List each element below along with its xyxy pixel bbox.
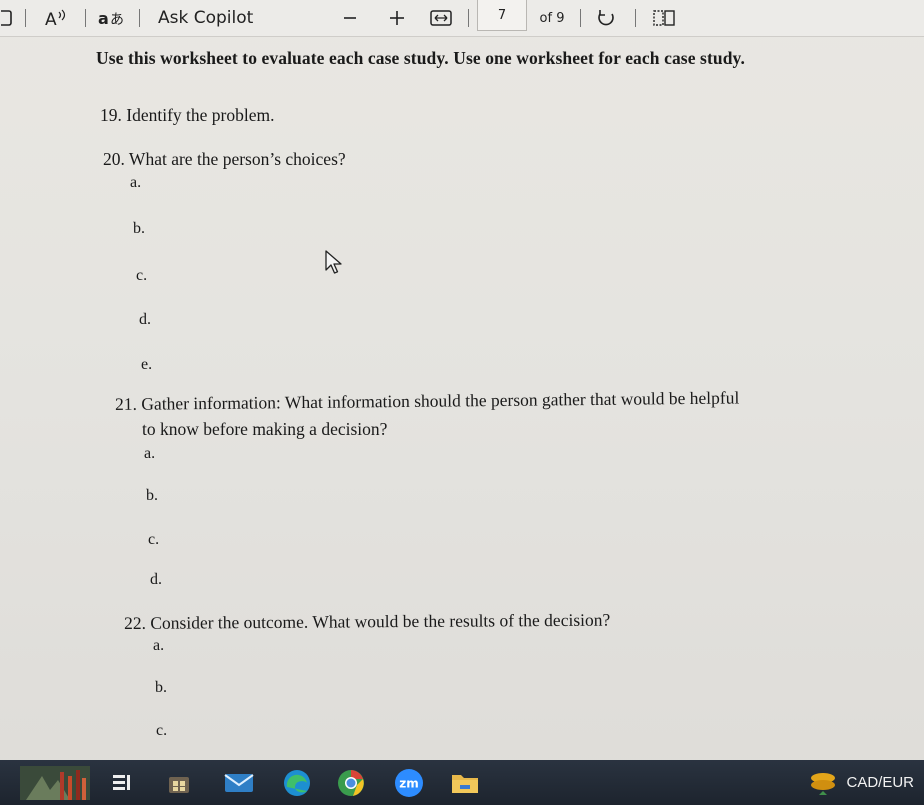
windows-taskbar: zm CAD/EUR — [0, 760, 924, 805]
task-view-icon[interactable] — [105, 766, 139, 800]
mouse-pointer-icon — [325, 250, 342, 274]
toolbar-divider — [85, 9, 86, 27]
pdf-toolbar: A aあ Ask Copilot 7 of 9 — [0, 0, 924, 37]
minus-icon — [344, 17, 356, 19]
q21-option-b: b. — [146, 487, 158, 504]
ask-copilot-button[interactable]: Ask Copilot — [158, 0, 258, 36]
q22-option-b: b. — [155, 679, 167, 696]
question-21-line2: to know before making a decision? — [142, 419, 388, 439]
q21-option-d: d. — [150, 571, 162, 588]
q20-option-a: a. — [130, 174, 142, 191]
worksheet-instruction: Use this worksheet to evaluate each case… — [96, 48, 745, 68]
question-22: 22. Consider the outcome. What would be … — [124, 609, 611, 633]
q20-option-d: d. — [139, 311, 151, 328]
plus-icon — [390, 11, 404, 25]
q20-option-b: b. — [133, 220, 145, 237]
toolbar-divider — [139, 9, 140, 27]
pdf-page: Use this worksheet to evaluate each case… — [0, 36, 924, 760]
currency-widget-icon[interactable] — [808, 769, 838, 797]
edge-icon[interactable] — [280, 766, 314, 800]
zoom-out-button[interactable] — [340, 0, 360, 36]
page-number-input[interactable]: 7 — [477, 0, 527, 31]
file-explorer-icon[interactable] — [448, 766, 482, 800]
zoom-icon[interactable]: zm — [392, 766, 426, 800]
toolbar-divider — [635, 9, 636, 27]
question-19: 19. Identify the problem. — [100, 105, 275, 125]
zoom-in-button[interactable] — [386, 0, 408, 36]
q20-option-e: e. — [141, 356, 153, 373]
sidebar-icon[interactable] — [0, 0, 14, 36]
fit-width-icon[interactable] — [428, 0, 454, 36]
page-view-icon[interactable] — [650, 0, 678, 36]
svg-text:a: a — [98, 9, 109, 28]
store-icon[interactable] — [162, 766, 196, 800]
toolbar-divider — [580, 9, 581, 27]
weather-widget-icon[interactable] — [20, 766, 90, 800]
question-21-line1: 21. Gather information: What information… — [115, 387, 740, 414]
translate-icon[interactable]: aあ — [96, 0, 128, 36]
page-count: of 9 — [539, 10, 565, 26]
chrome-icon[interactable] — [334, 766, 368, 800]
svg-text:A: A — [45, 10, 57, 28]
mail-icon[interactable] — [222, 766, 256, 800]
read-aloud-icon[interactable]: A — [42, 0, 70, 36]
q21-option-a: a. — [144, 445, 156, 462]
question-20: 20. What are the person’s choices? — [103, 149, 346, 169]
q20-option-c: c. — [136, 267, 148, 284]
system-tray: CAD/EUR — [808, 760, 914, 805]
q22-option-c: c. — [156, 722, 168, 739]
currency-pair-label[interactable]: CAD/EUR — [846, 774, 914, 791]
rotate-icon[interactable] — [593, 0, 619, 36]
toolbar-divider — [25, 9, 26, 27]
toolbar-divider — [468, 9, 469, 27]
svg-text:あ: あ — [110, 12, 124, 28]
q21-option-c: c. — [148, 531, 160, 548]
q22-option-a: a. — [153, 637, 165, 654]
zoom-label: zm — [399, 777, 419, 791]
